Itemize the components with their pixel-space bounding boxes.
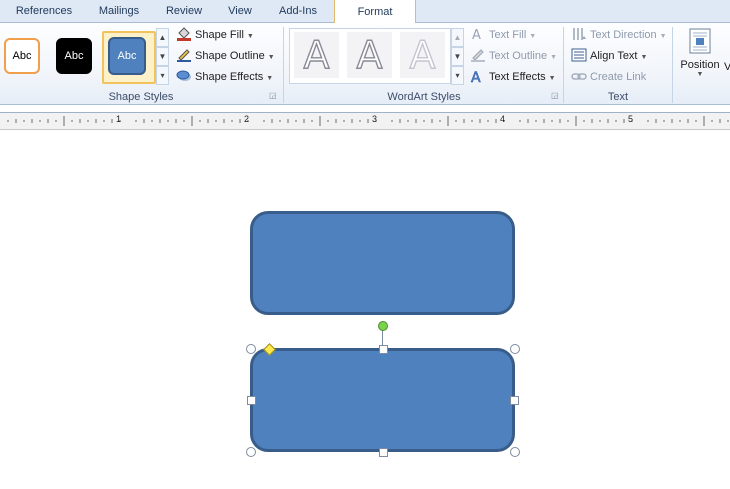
shape-style-swatch-selected[interactable]: Abc [108,37,146,75]
pen-outline-icon [176,48,192,63]
wordart-style-item[interactable]: A [347,32,392,78]
resize-handle-top[interactable] [379,345,388,354]
shape-effects-icon [176,69,192,83]
dialog-launcher-icon[interactable]: ◲ [269,92,277,100]
shape-style-swatch[interactable]: Abc [56,38,92,74]
tab-format[interactable]: Format [334,0,416,24]
rotation-handle[interactable] [378,321,388,331]
tab-references[interactable]: References [4,0,84,22]
ruler-number: 1 [116,114,122,124]
dropdown-arrow-icon: ▼ [266,75,274,82]
dropdown-arrow-icon: ▼ [550,54,558,61]
dropdown-arrow-icon: ▼ [548,75,556,82]
link-icon [571,69,587,83]
shape-fill-label: Shape Fill [195,29,244,41]
wordart-style-item[interactable]: A [400,32,445,78]
wordart-scroll-up-button[interactable]: ▲ [451,28,464,47]
ruler-number: 2 [244,114,250,124]
rounded-rectangle-shape-selected[interactable] [250,348,515,452]
resize-handle-bottom-right[interactable] [510,447,520,457]
dialog-launcher-icon[interactable]: ◲ [551,92,559,100]
resize-handle-left[interactable] [247,396,256,405]
text-effects-icon: A [470,69,486,87]
text-fill-button[interactable]: A Text Fill ▼ [470,26,536,44]
group-separator [672,27,673,103]
shape-effects-button[interactable]: Shape Effects ▼ [176,68,273,86]
text-direction-label: Text Direction [590,29,657,41]
align-text-button[interactable]: Align Text ▼ [571,47,647,65]
dropdown-arrow-icon: ▼ [246,33,254,40]
dropdown-arrow-icon: ▼ [659,33,667,40]
wrap-text-button-partial[interactable]: V [724,61,730,73]
text-group-label: Text [607,91,629,103]
gallery-more-button[interactable]: ▾ [156,66,169,85]
dropdown-arrow-icon: ▼ [640,54,648,61]
text-fill-label: Text Fill [489,29,527,41]
rounded-rectangle-shape[interactable] [250,211,515,315]
position-icon [689,28,711,54]
wordart-style-item[interactable]: A [294,32,339,78]
shape-style-swatch[interactable]: Abc [4,38,40,74]
resize-handle-top-left[interactable] [246,344,256,354]
shape-fill-button[interactable]: Shape Fill ▼ [176,26,254,44]
shape-outline-button[interactable]: Shape Outline ▼ [176,47,275,65]
resize-handle-bottom-left[interactable] [246,447,256,457]
tab-review[interactable]: Review [156,0,212,22]
ribbon-tab-bar: References Mailings Review View Add-Ins … [0,0,730,24]
resize-handle-top-right[interactable] [510,344,520,354]
ruler-number: 4 [500,114,506,124]
ruler-ticks [7,116,729,126]
horizontal-ruler[interactable]: 1 2 3 4 5 [0,112,730,130]
tab-add-ins[interactable]: Add-Ins [268,0,328,22]
wordart-more-button[interactable]: ▾ [451,66,464,85]
gallery-scroll-down-button[interactable]: ▼ [156,47,169,66]
ruler-number: 5 [628,114,634,124]
svg-text:A: A [472,28,481,41]
position-button[interactable]: Position ▼ [676,26,724,88]
wordart-scroll-down-button[interactable]: ▼ [451,47,464,66]
text-direction-icon [571,27,587,41]
shape-effects-label: Shape Effects [195,71,264,83]
tab-mailings[interactable]: Mailings [88,0,150,22]
svg-text:A: A [471,70,481,83]
text-direction-button[interactable]: Text Direction ▼ [571,26,667,44]
text-outline-label: Text Outline [489,50,548,62]
tab-view[interactable]: View [218,0,262,22]
dropdown-arrow-icon: ▼ [696,71,704,78]
ribbon: Abc Abc Abc ▲ ▼ ▾ Shape Fill ▼ Shape Outl… [0,23,730,105]
text-outline-button[interactable]: Text Outline ▼ [470,47,557,65]
create-link-label: Create Link [590,71,647,83]
gallery-scroll-up-button[interactable]: ▲ [156,28,169,47]
paint-bucket-icon [176,27,192,42]
text-fill-icon: A [470,27,486,43]
dropdown-arrow-icon: ▼ [529,33,537,40]
shape-styles-group-label: Shape Styles [108,91,174,103]
resize-handle-right[interactable] [510,396,519,405]
ruler-number: 3 [372,114,378,124]
align-text-label: Align Text [590,50,638,62]
text-outline-icon [470,48,486,63]
text-effects-label: Text Effects [489,71,546,83]
align-text-icon [571,48,587,62]
create-link-button[interactable]: Create Link [571,68,646,86]
text-effects-button[interactable]: A Text Effects ▼ [470,68,556,87]
position-label: Position [680,59,720,71]
resize-handle-bottom[interactable] [379,448,388,457]
dropdown-arrow-icon: ▼ [267,54,275,61]
document-page[interactable] [0,130,730,489]
shape-outline-label: Shape Outline [195,50,265,62]
wordart-styles-group-label: WordArt Styles [387,91,461,103]
